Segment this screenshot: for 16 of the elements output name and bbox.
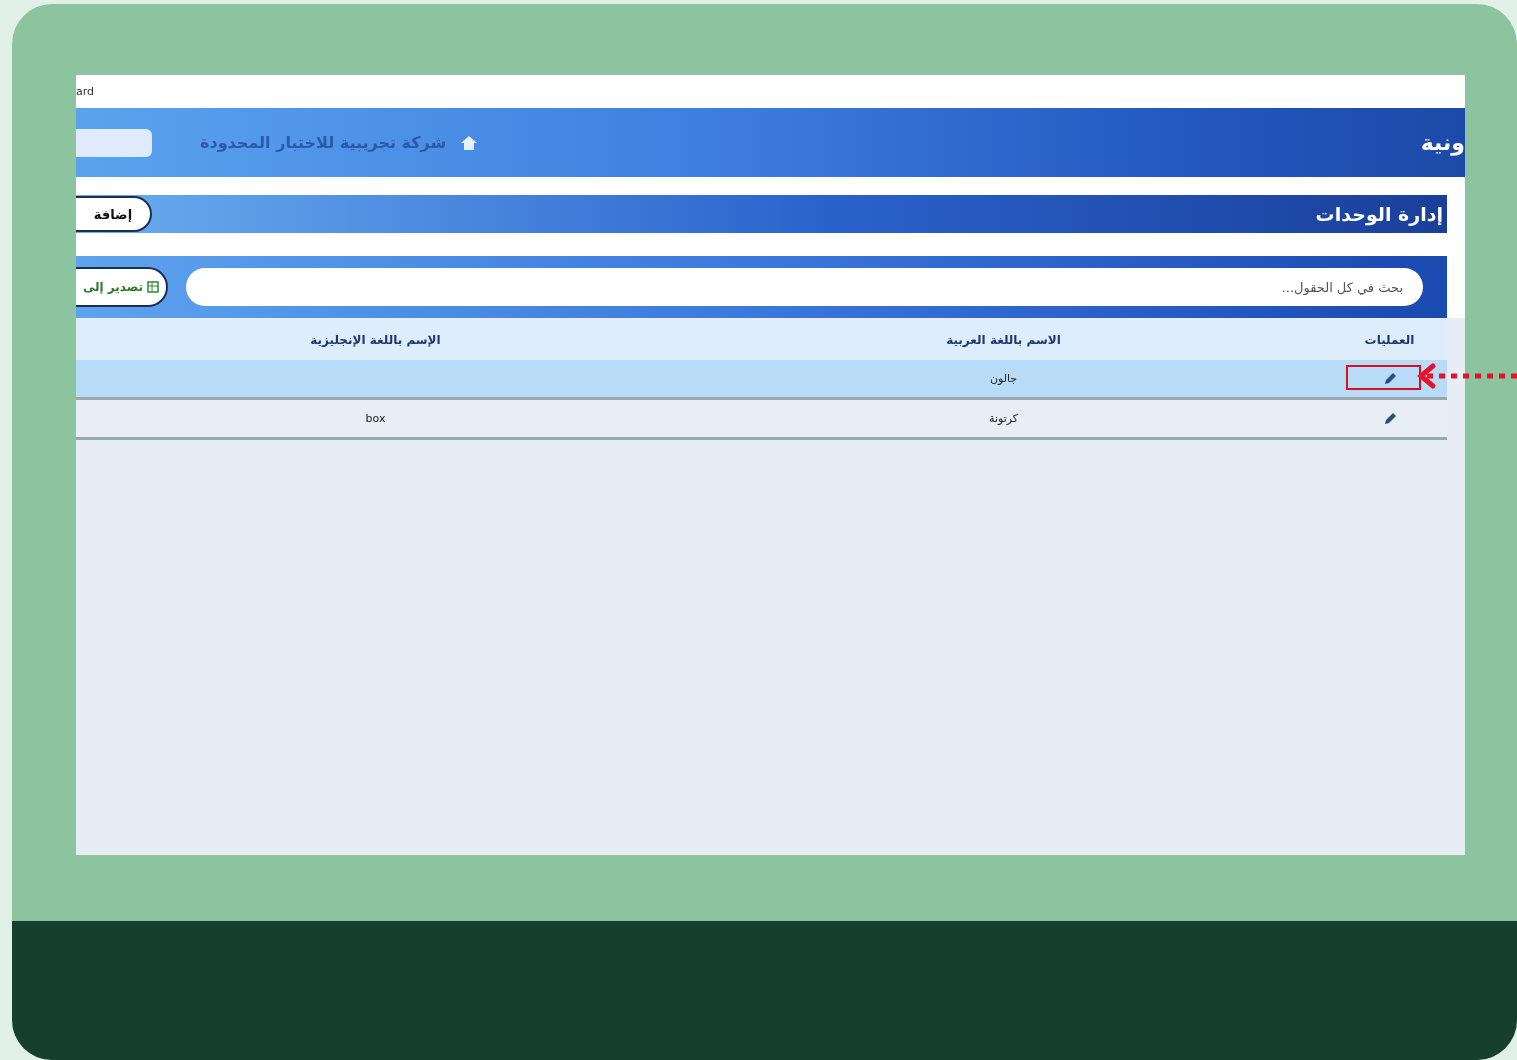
company-name: شركة تجريبية للاختبار المحدودة: [200, 133, 447, 152]
spreadsheet-icon: [147, 281, 160, 293]
export-button[interactable]: تصدير إلى: [76, 267, 168, 307]
browser-tab-text: ard: [76, 85, 95, 98]
column-header: الإسم باللغة الإنجليزية: [309, 332, 442, 349]
table-cell: كرتونة: [989, 412, 1018, 425]
table-cell: box: [365, 412, 386, 425]
page-title: إدارة الوحدات: [1315, 203, 1444, 225]
add-button[interactable]: إضافة: [76, 196, 152, 232]
table-cell: جالون: [989, 372, 1018, 385]
app-title: ونية: [1420, 130, 1465, 155]
column-header: العمليات: [1363, 332, 1416, 349]
column-header: الاسم باللغة العربية: [945, 332, 1062, 349]
home-icon[interactable]: [460, 134, 479, 151]
table-row[interactable]: جالون: [76, 360, 1447, 400]
search-field[interactable]: بحث في كل الحقول...: [186, 268, 1423, 306]
